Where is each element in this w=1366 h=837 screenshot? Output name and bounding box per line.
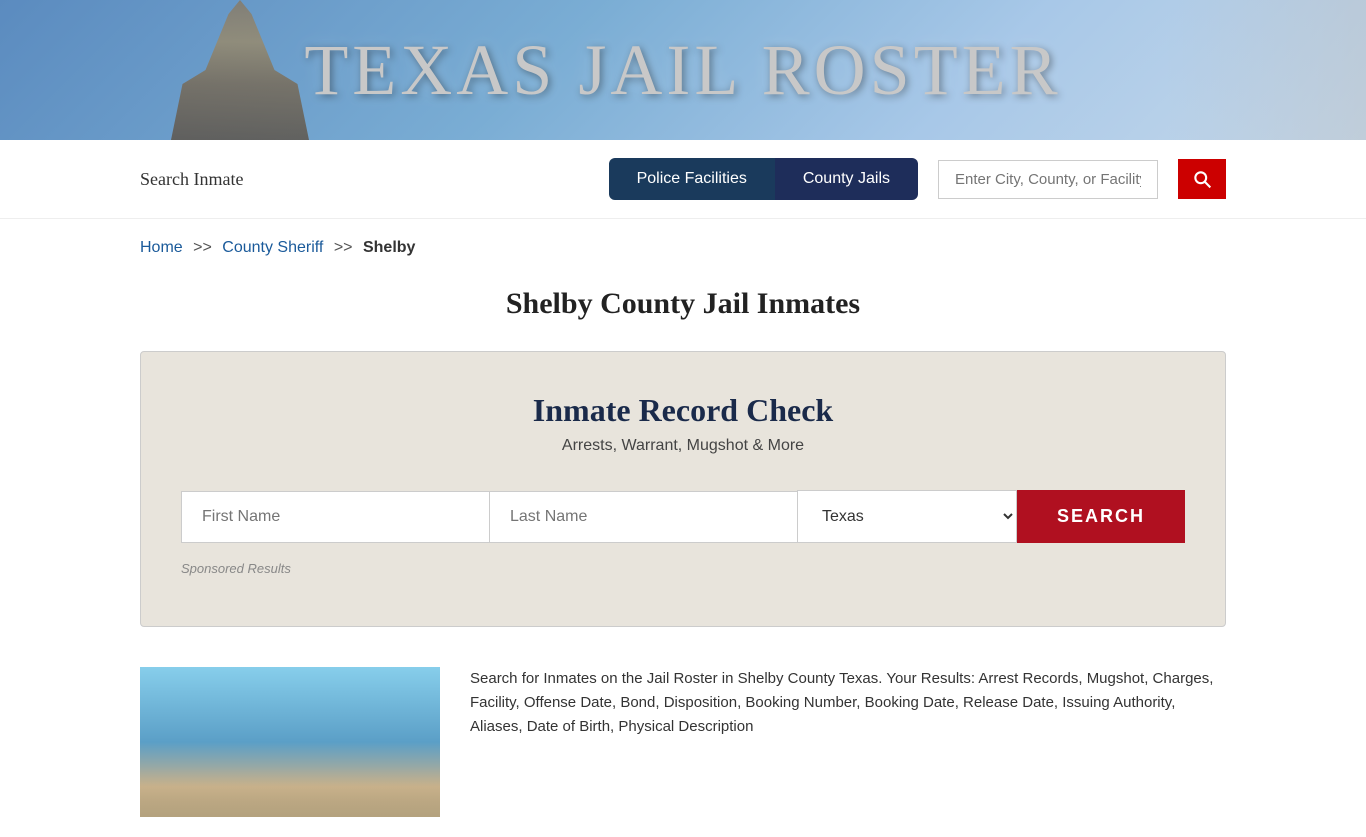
breadcrumb-current: Shelby (363, 239, 415, 256)
bottom-section: Search for Inmates on the Jail Roster in… (0, 657, 1366, 837)
facility-search-input[interactable] (938, 160, 1158, 199)
record-check-subtitle: Arrests, Warrant, Mugshot & More (181, 437, 1185, 455)
breadcrumb-county-sheriff[interactable]: County Sheriff (222, 239, 323, 256)
record-check-title: Inmate Record Check (181, 392, 1185, 429)
state-select[interactable]: AlabamaAlaskaArizonaArkansasCaliforniaCo… (797, 490, 1017, 543)
inmate-search-form: AlabamaAlaskaArizonaArkansasCaliforniaCo… (181, 490, 1185, 543)
record-check-box: Inmate Record Check Arrests, Warrant, Mu… (140, 351, 1226, 627)
county-description: Search for Inmates on the Jail Roster in… (470, 667, 1226, 739)
breadcrumb-home[interactable]: Home (140, 239, 183, 256)
search-icon (1192, 169, 1212, 189)
facility-search-button[interactable] (1178, 159, 1226, 199)
header-banner: Texas Jail Roster (0, 0, 1366, 140)
county-image (140, 667, 440, 817)
county-jails-button[interactable]: County Jails (775, 158, 918, 200)
breadcrumb: Home >> County Sheriff >> Shelby (0, 219, 1366, 267)
search-inmate-label: Search Inmate (140, 169, 243, 190)
nav-bar: Search Inmate Police Facilities County J… (0, 140, 1366, 219)
keys-decoration (1166, 0, 1366, 140)
page-title-section: Shelby County Jail Inmates (0, 267, 1366, 351)
site-title: Texas Jail Roster (304, 29, 1061, 112)
inmate-search-button[interactable]: SEARCH (1017, 490, 1185, 543)
breadcrumb-sep-1: >> (193, 239, 212, 256)
breadcrumb-sep-2: >> (334, 239, 353, 256)
last-name-input[interactable] (489, 491, 797, 543)
police-facilities-button[interactable]: Police Facilities (609, 158, 775, 200)
sponsored-label: Sponsored Results (181, 561, 1185, 576)
first-name-input[interactable] (181, 491, 489, 543)
page-title: Shelby County Jail Inmates (0, 287, 1366, 321)
facility-type-buttons: Police Facilities County Jails (609, 158, 918, 200)
